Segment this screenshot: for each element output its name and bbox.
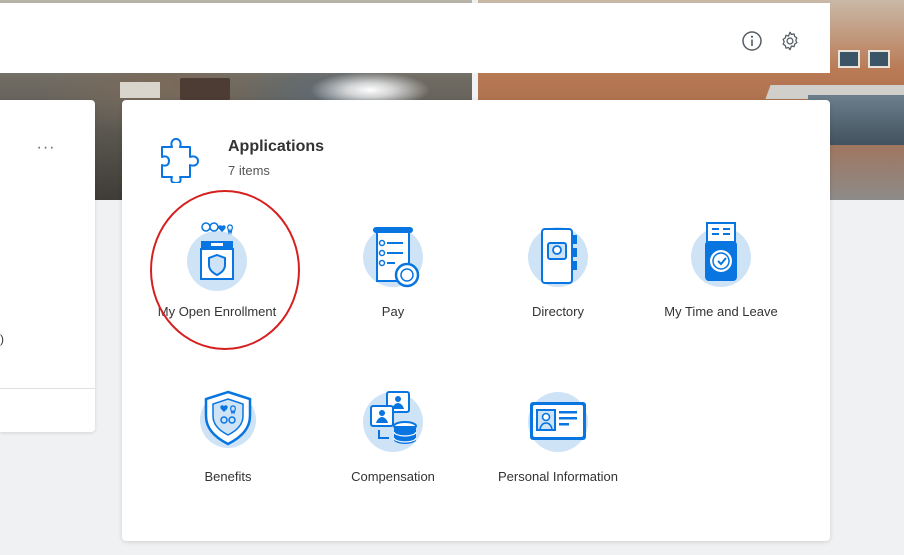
app-tile-benefits[interactable]: Benefits bbox=[153, 382, 303, 522]
info-icon[interactable] bbox=[740, 29, 764, 53]
truncated-text: ) bbox=[0, 332, 4, 346]
directory-book-icon bbox=[528, 227, 588, 287]
left-card: ··· ) bbox=[0, 100, 95, 432]
top-header bbox=[0, 3, 830, 73]
app-tile-personal-information[interactable]: Personal Information bbox=[483, 382, 633, 522]
app-label: Benefits bbox=[204, 469, 252, 484]
app-label: My Open Enrollment bbox=[157, 304, 277, 319]
app-label: Directory bbox=[531, 304, 584, 319]
app-label: Compensation bbox=[351, 469, 435, 484]
applications-count: 7 items bbox=[228, 163, 270, 178]
app-tile-pay[interactable]: Pay bbox=[318, 217, 468, 357]
more-options-button[interactable]: ··· bbox=[33, 138, 59, 158]
pay-receipt-icon bbox=[363, 227, 423, 288]
compensation-coins-icon bbox=[363, 391, 423, 452]
app-tile-directory[interactable]: Directory bbox=[483, 217, 633, 357]
puzzle-icon bbox=[156, 135, 204, 184]
app-label: Personal Information bbox=[498, 469, 618, 484]
id-card-icon bbox=[528, 392, 588, 452]
app-label: Pay bbox=[381, 304, 405, 319]
benefits-shield-icon bbox=[200, 390, 256, 448]
app-tile-my-open-enrollment[interactable]: My Open Enrollment bbox=[142, 217, 292, 357]
applications-title: Applications bbox=[228, 138, 325, 155]
gear-icon[interactable] bbox=[778, 29, 802, 53]
card-divider bbox=[0, 388, 95, 389]
enrollment-box-icon bbox=[187, 222, 247, 291]
app-tile-compensation[interactable]: Compensation bbox=[318, 382, 468, 522]
app-label: My Time and Leave bbox=[664, 304, 778, 319]
app-tile-my-time-and-leave[interactable]: My Time and Leave bbox=[646, 217, 796, 357]
applications-card: Applications 7 items My Open Enrollment bbox=[122, 100, 830, 541]
time-clock-icon bbox=[691, 222, 751, 287]
